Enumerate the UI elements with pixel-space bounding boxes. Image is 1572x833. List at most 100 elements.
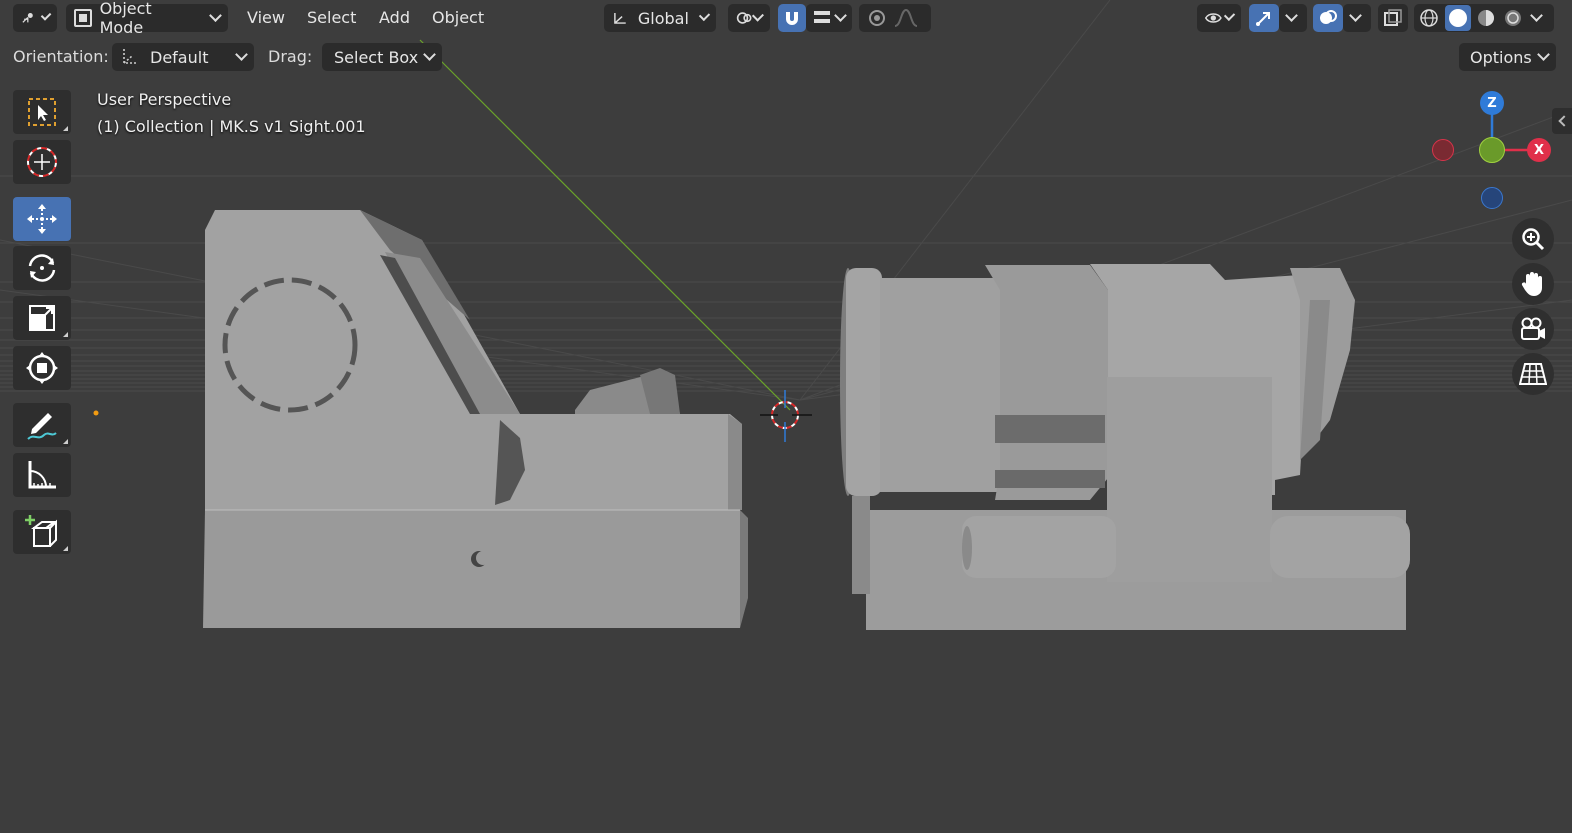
orientation-dropdown[interactable]: Default — [112, 43, 254, 71]
scale-tool[interactable] — [13, 296, 71, 340]
gizmo-dropdown[interactable] — [1279, 4, 1307, 32]
collection-info: (1) Collection | MK.S v1 Sight.001 — [97, 117, 366, 136]
xray-icon — [1384, 9, 1402, 26]
add-cube-icon — [25, 515, 57, 547]
mode-label: Object Mode — [99, 0, 152, 37]
chevron-left-icon — [1557, 115, 1570, 127]
measure-tool[interactable] — [13, 453, 71, 497]
gizmo-x-label: X — [1533, 142, 1545, 158]
zoom-magnifier-icon — [1522, 228, 1545, 251]
solid-shading-icon[interactable] — [1445, 5, 1471, 31]
tool-variant-corner — [63, 332, 68, 337]
add-cube-tool[interactable] — [13, 510, 71, 554]
drag-dropdown[interactable]: Select Box — [322, 43, 442, 71]
xray-toggle[interactable] — [1378, 4, 1408, 32]
move-tool[interactable] — [13, 197, 71, 241]
chevron-down-icon — [1223, 9, 1236, 22]
chevron-down-icon[interactable] — [1530, 9, 1543, 22]
gizmo-toggle[interactable] — [1249, 4, 1279, 32]
menu-object[interactable]: Object — [432, 4, 484, 32]
rendered-shading-icon[interactable] — [1502, 7, 1524, 29]
eye-icon — [1205, 13, 1222, 23]
editor-type-button[interactable] — [13, 4, 57, 32]
menu-select[interactable]: Select — [307, 4, 356, 32]
object-mode-icon — [74, 9, 92, 27]
gizmo-x-positive[interactable]: X — [1527, 138, 1551, 162]
pivot-icon — [736, 12, 752, 24]
chevron-down-icon — [1285, 9, 1298, 22]
orientation-label: Orientation: — [13, 47, 109, 66]
view-name: User Perspective — [97, 90, 232, 109]
navigation-gizmo[interactable]: Z X — [1420, 80, 1570, 220]
visibility-selector[interactable] — [1197, 4, 1241, 32]
select-box-icon — [28, 98, 56, 126]
material-preview-icon[interactable] — [1475, 7, 1497, 29]
snap-target-selector[interactable] — [806, 4, 852, 32]
gizmo-x-negative[interactable] — [1432, 139, 1454, 161]
mode-selector[interactable]: Object Mode — [66, 0, 228, 37]
rotate-tool[interactable] — [13, 246, 71, 290]
chevron-down-icon — [40, 10, 52, 21]
options-dropdown[interactable]: Options — [1459, 43, 1556, 71]
overlays-toggle[interactable] — [1313, 4, 1343, 32]
magnet-icon — [786, 12, 798, 25]
move-arrows-icon — [27, 204, 57, 234]
grid-perspective-icon — [1519, 363, 1547, 385]
transform-orientation-selector[interactable]: Global — [604, 4, 716, 32]
annotate-pencil-icon — [27, 413, 57, 440]
snap-toggle[interactable] — [778, 4, 806, 32]
chevron-down-icon — [235, 48, 248, 61]
drag-label: Drag: — [268, 47, 313, 66]
options-label: Options — [1470, 47, 1532, 67]
rotate-icon — [28, 254, 56, 282]
pivot-point-selector[interactable] — [728, 4, 770, 32]
gizmo-z-positive[interactable]: Z — [1480, 91, 1504, 115]
cursor-tool[interactable] — [13, 140, 71, 184]
measure-ruler-icon — [28, 461, 56, 489]
proportional-editing-icon — [869, 10, 885, 26]
transform-icon — [26, 352, 58, 384]
object-origin-dot — [93, 410, 99, 416]
gizmo-y-negative[interactable] — [1479, 137, 1505, 163]
snap-increment-icon — [814, 11, 830, 23]
transform-axes-icon — [123, 49, 138, 64]
tool-variant-corner — [63, 126, 68, 131]
gizmo-z-label: Z — [1487, 95, 1497, 111]
camera-view-button[interactable] — [1512, 308, 1554, 350]
pan-button[interactable] — [1512, 263, 1554, 305]
zoom-button[interactable] — [1512, 218, 1554, 260]
transform-tool[interactable] — [13, 346, 71, 390]
annotate-tool[interactable] — [13, 403, 71, 447]
proportional-editing-group[interactable] — [859, 4, 931, 32]
gizmo-z-negative[interactable] — [1481, 187, 1503, 209]
gizmo-arrow-icon — [1256, 12, 1270, 26]
chevron-down-icon — [209, 9, 222, 22]
chevron-down-icon — [752, 9, 765, 22]
overlays-icon — [1320, 10, 1337, 24]
overlays-dropdown[interactable] — [1343, 4, 1371, 32]
viewport-header: Object Mode View Select Add Object Globa… — [0, 0, 1572, 38]
tool-variant-corner — [63, 439, 68, 444]
menu-view[interactable]: View — [247, 4, 285, 32]
cursor-icon — [27, 147, 57, 177]
select-box-tool[interactable] — [13, 90, 71, 134]
hand-icon — [1521, 272, 1542, 296]
menu-add[interactable]: Add — [379, 4, 410, 32]
scale-icon — [29, 305, 55, 331]
sidebar-toggle[interactable] — [1552, 108, 1572, 134]
camera-icon — [1521, 317, 1545, 340]
chevron-down-icon — [1349, 9, 1362, 22]
shading-mode-group — [1414, 4, 1554, 32]
camera-axes-icon — [22, 13, 33, 23]
falloff-curve-icon — [894, 8, 918, 27]
wireframe-shading-icon[interactable] — [1418, 7, 1440, 29]
chevron-down-icon — [1537, 48, 1550, 61]
orientation-label: Global — [637, 8, 689, 28]
orientation-value: Default — [150, 47, 209, 67]
left-sight-object — [203, 210, 748, 628]
perspective-toggle-button[interactable] — [1512, 353, 1554, 395]
3d-viewport[interactable]: Object Mode View Select Add Object Globa… — [0, 0, 1572, 833]
right-scope-object — [840, 264, 1410, 630]
orientation-axes-icon — [614, 12, 626, 24]
chevron-down-icon — [423, 48, 436, 61]
